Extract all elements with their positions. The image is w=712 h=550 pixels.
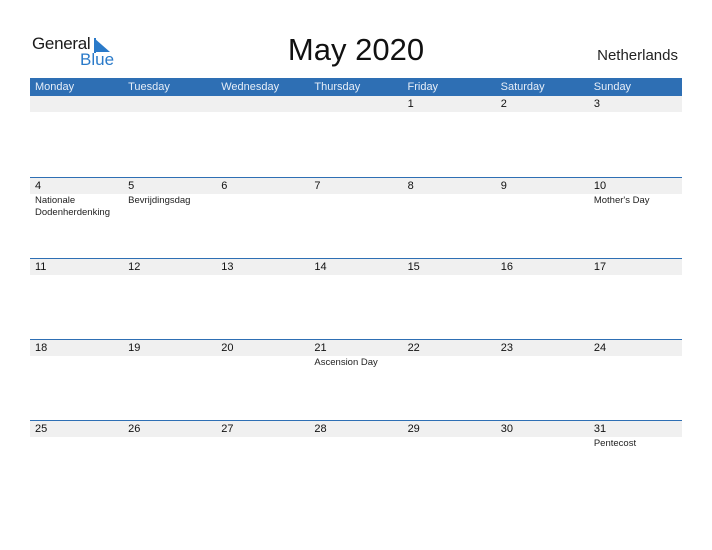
day-number: 16	[500, 261, 513, 273]
day-number: 26	[128, 423, 141, 435]
day-number: 13	[221, 261, 234, 273]
weekday-tuesday: Tuesday	[128, 81, 170, 93]
day-number: 6	[221, 180, 228, 192]
day-cell: 28	[309, 421, 402, 501]
holiday-label: Bevrijdingsdag	[128, 195, 191, 206]
holiday-label: Ascension Day	[314, 357, 378, 368]
day-cell	[216, 96, 309, 176]
day-cell: 20	[216, 340, 309, 420]
day-number: 11	[35, 261, 47, 273]
day-cell: 19	[123, 340, 216, 420]
week-row: 25 26 27 28 29 30 31 Pentecost	[30, 420, 682, 501]
day-number: 10	[593, 180, 607, 192]
day-cell: 8	[403, 178, 496, 258]
weekday-monday: Monday	[35, 81, 75, 93]
day-cell: 2	[496, 96, 589, 176]
day-cell: 21 Ascension Day	[309, 340, 402, 420]
day-number: 9	[500, 180, 507, 192]
day-number: 18	[35, 342, 48, 354]
day-cell: 31 Pentecost	[589, 421, 682, 501]
day-number: 28	[314, 423, 327, 435]
day-cell: 17	[589, 259, 682, 339]
weekday-sunday: Sunday	[593, 81, 632, 93]
weekday-wednesday: Wednesday	[221, 81, 280, 93]
day-cell: 18	[30, 340, 123, 420]
day-number: 2	[500, 98, 507, 110]
day-number: 1	[407, 98, 414, 110]
day-number: 25	[35, 423, 48, 435]
week-row: 11 12 13 14 15 16 17	[30, 258, 682, 339]
day-cell: 5 Bevrijdingsdag	[123, 178, 216, 258]
weekday-thursday: Thursday	[314, 81, 361, 93]
day-number: 24	[593, 342, 607, 354]
day-cell: 12	[123, 259, 216, 339]
day-cell: 25	[30, 421, 123, 501]
day-cell: 14	[309, 259, 402, 339]
day-cell: 29	[403, 421, 496, 501]
day-cell: 13	[216, 259, 309, 339]
week-row: 1 2 3	[30, 96, 682, 176]
day-cell: 26	[123, 421, 216, 501]
day-cell: 4 Nationale Dodenherdenking	[30, 178, 123, 258]
day-cell: 9	[496, 178, 589, 258]
day-number: 14	[314, 261, 327, 273]
weekday-saturday: Saturday	[500, 81, 545, 93]
day-number: 5	[128, 180, 135, 192]
day-number: 17	[593, 261, 607, 273]
day-cell: 1	[403, 96, 496, 176]
day-number: 27	[221, 423, 234, 435]
day-cell: 16	[496, 259, 589, 339]
day-cell: 11	[30, 259, 123, 339]
day-number: 15	[407, 261, 420, 273]
day-cell: 23	[496, 340, 589, 420]
day-cell: 15	[403, 259, 496, 339]
day-cell	[309, 96, 402, 176]
day-cell: 6	[216, 178, 309, 258]
day-number: 19	[128, 342, 141, 354]
day-number: 31	[593, 423, 607, 435]
week-row: 4 Nationale Dodenherdenking 5 Bevrijdingsda…	[30, 177, 682, 258]
week-row: 18 19 20 21 Ascension Day 22 23 24	[30, 339, 682, 420]
day-number: 7	[314, 180, 321, 192]
day-number: 21	[314, 342, 327, 354]
holiday-label: Pentecost	[593, 438, 637, 449]
day-cell: 10 Mother's Day	[589, 178, 682, 258]
day-cell	[30, 96, 123, 176]
holiday-label: Mother's Day	[593, 195, 650, 206]
day-cell: 30	[496, 421, 589, 501]
day-number: 20	[221, 342, 234, 354]
weekday-header: Monday Tuesday Wednesday Thursday Friday…	[30, 78, 682, 96]
day-cell: 7	[309, 178, 402, 258]
day-cell: 22	[403, 340, 496, 420]
day-cell	[123, 96, 216, 176]
day-cell: 24	[589, 340, 682, 420]
country-label: Netherlands	[597, 47, 678, 64]
day-number: 23	[500, 342, 513, 354]
day-number: 12	[128, 261, 141, 273]
day-number: 4	[35, 180, 42, 192]
day-number: 3	[593, 98, 600, 110]
holiday-label: Nationale Dodenherdenking	[35, 195, 111, 218]
weekday-friday: Friday	[407, 81, 439, 93]
day-number: 22	[407, 342, 420, 354]
day-number: 29	[407, 423, 420, 435]
day-number: 30	[500, 423, 513, 435]
day-cell: 3	[589, 96, 682, 176]
day-cell: 27	[216, 421, 309, 501]
day-number: 8	[407, 180, 414, 192]
